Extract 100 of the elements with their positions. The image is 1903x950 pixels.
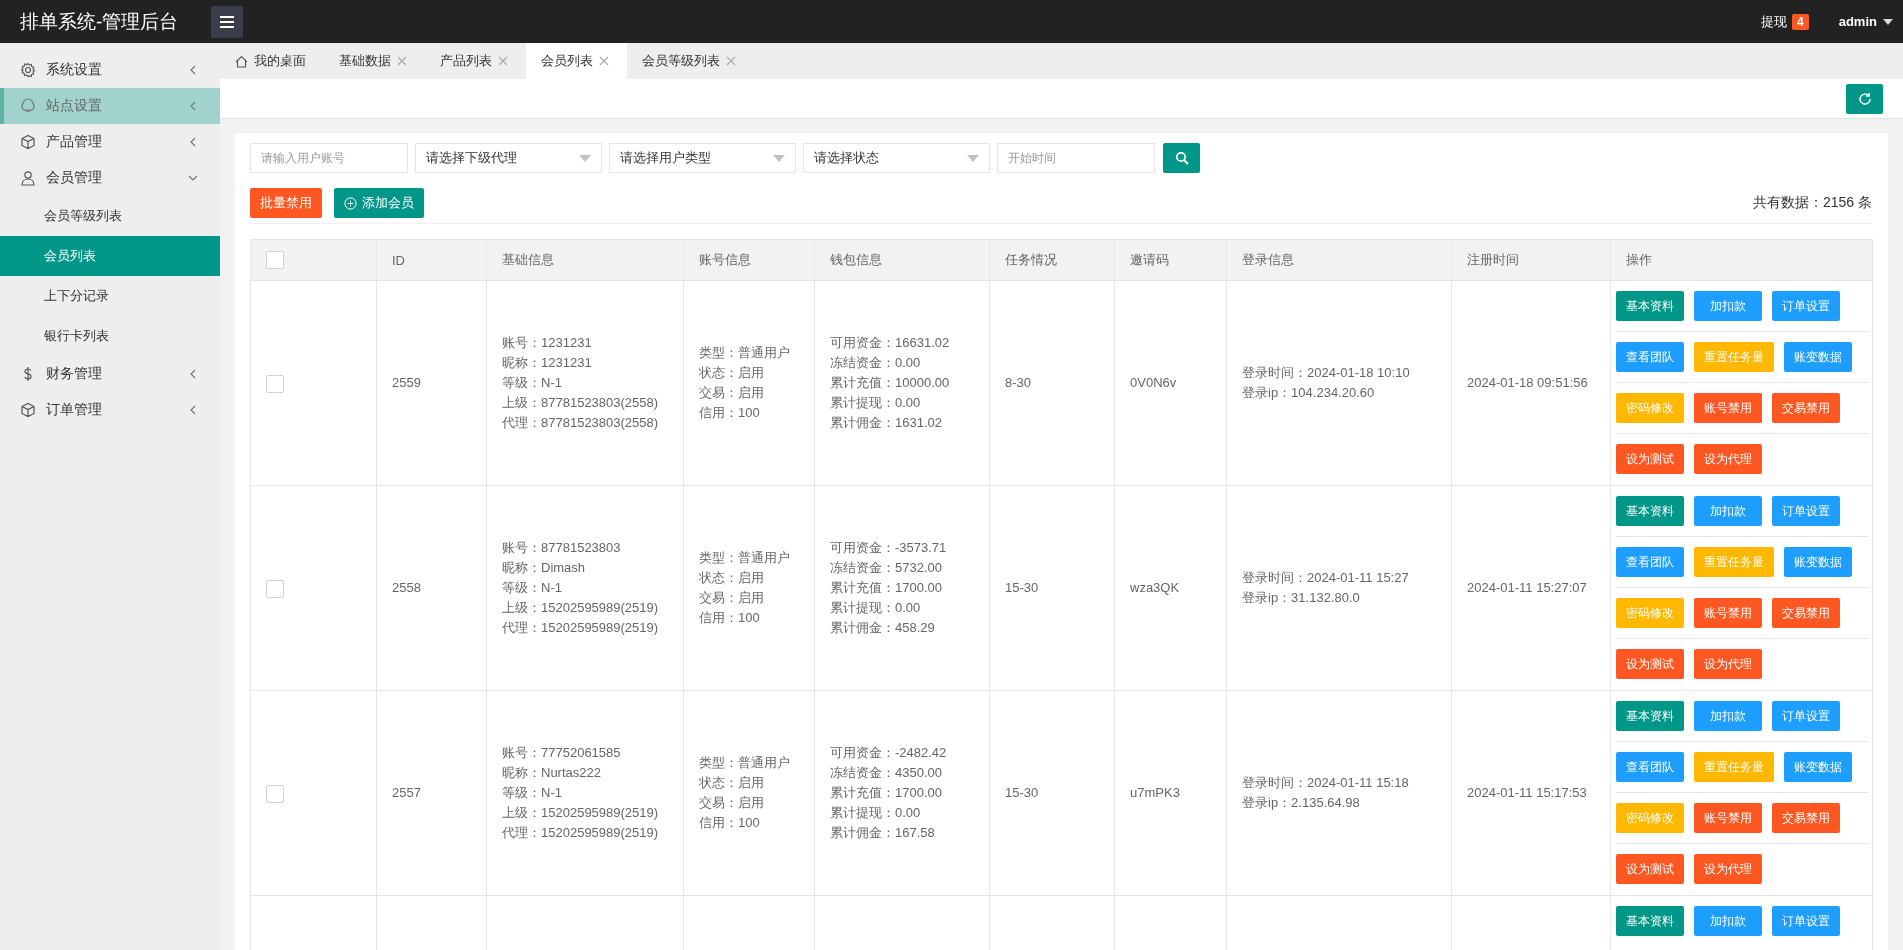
cell-text: 0V0N6v bbox=[1130, 375, 1177, 390]
operation-button[interactable]: 设为测试 bbox=[1616, 854, 1684, 884]
cell-text: 2024-01-11 15:17:53 bbox=[1467, 785, 1587, 800]
cell-text-line: 累计充值：10000.00 bbox=[830, 374, 951, 392]
checkbox[interactable] bbox=[266, 784, 284, 803]
operation-button[interactable]: 交易禁用 bbox=[1772, 803, 1840, 833]
operation-button[interactable]: 账号禁用 bbox=[1694, 598, 1762, 628]
operation-button[interactable]: 订单设置 bbox=[1772, 701, 1840, 731]
close-icon[interactable] bbox=[498, 56, 508, 66]
sidebar-subitem[interactable]: 银行卡列表 bbox=[0, 316, 220, 356]
cell-text-line: 可用资金：16631.02 bbox=[830, 334, 951, 352]
checkbox[interactable] bbox=[266, 251, 284, 269]
operation-button[interactable]: 密码修改 bbox=[1616, 803, 1684, 833]
sidebar-item[interactable]: 站点设置 bbox=[0, 88, 220, 124]
operation-button[interactable]: 加扣款 bbox=[1694, 701, 1762, 731]
operation-button[interactable]: 基本资料 bbox=[1616, 291, 1684, 321]
cube-icon bbox=[20, 134, 36, 150]
cell-text: 15-30 bbox=[1005, 580, 1039, 595]
close-icon[interactable] bbox=[726, 56, 736, 66]
menu-icon bbox=[220, 15, 234, 28]
checkbox[interactable] bbox=[266, 579, 284, 598]
operation-button[interactable]: 基本资料 bbox=[1616, 906, 1684, 936]
operation-button[interactable]: 基本资料 bbox=[1616, 701, 1684, 731]
operation-button[interactable]: 加扣款 bbox=[1694, 291, 1762, 321]
operation-button[interactable]: 基本资料 bbox=[1616, 496, 1684, 526]
operation-button[interactable]: 加扣款 bbox=[1694, 496, 1762, 526]
cell-text-line: 累计提现：0.00 bbox=[830, 394, 922, 412]
cell-text-line: 上级：15202595989(2519) bbox=[502, 804, 660, 822]
sidebar-subitem[interactable]: 上下分记录 bbox=[0, 276, 220, 316]
operation-button[interactable]: 重置任务量 bbox=[1694, 547, 1774, 577]
operation-button[interactable]: 账号禁用 bbox=[1694, 393, 1762, 423]
operation-button[interactable]: 订单设置 bbox=[1772, 496, 1840, 526]
caret-icon bbox=[773, 154, 785, 162]
select-field[interactable]: 请选择用户类型 bbox=[609, 143, 796, 173]
sidebar-subitem[interactable]: 会员等级列表 bbox=[0, 196, 220, 236]
action-button[interactable]: 批量禁用 bbox=[250, 188, 322, 218]
column-header: 钱包信息 bbox=[814, 239, 990, 281]
sidebar-item[interactable]: 财务管理 bbox=[0, 356, 220, 392]
sidebar-subitem[interactable]: 会员列表 bbox=[0, 236, 220, 276]
refresh-button[interactable] bbox=[1846, 83, 1883, 114]
operation-button[interactable]: 查看团队 bbox=[1616, 752, 1684, 782]
operation-button[interactable]: 订单设置 bbox=[1772, 906, 1840, 936]
operation-button[interactable]: 账变数据 bbox=[1784, 547, 1852, 577]
cell-text-line: 代理：15202595989(2519) bbox=[502, 824, 660, 842]
operation-button[interactable]: 设为代理 bbox=[1694, 444, 1762, 474]
checkbox[interactable] bbox=[266, 374, 284, 393]
cell-text: wza3QK bbox=[1130, 580, 1180, 595]
cell-text-line: 冻结资金：4350.00 bbox=[830, 764, 943, 782]
operation-button[interactable]: 交易禁用 bbox=[1772, 393, 1840, 423]
add-button[interactable]: 添加会员 bbox=[334, 188, 424, 218]
operation-button[interactable]: 设为代理 bbox=[1694, 649, 1762, 679]
operation-button[interactable]: 重置任务量 bbox=[1694, 752, 1774, 782]
cell-text-line: 累计充值：1700.00 bbox=[830, 784, 943, 802]
column-header: 任务情况 bbox=[989, 239, 1115, 281]
tab[interactable]: 会员列表 bbox=[526, 43, 627, 79]
operation-button[interactable]: 查看团队 bbox=[1616, 547, 1684, 577]
input-field[interactable]: 请输入用户账号 bbox=[250, 143, 408, 173]
operation-button[interactable]: 设为代理 bbox=[1694, 854, 1762, 884]
operation-button[interactable]: 设为测试 bbox=[1616, 444, 1684, 474]
tab[interactable]: 基础数据 bbox=[324, 43, 425, 79]
withdraw-link[interactable]: 提现 bbox=[1761, 12, 1787, 31]
cell-text-line: 登录时间：2024-01-18 10:10 bbox=[1242, 364, 1411, 382]
operation-button[interactable]: 订单设置 bbox=[1772, 291, 1840, 321]
cell-text-line: 代理：87781523803(2558) bbox=[502, 414, 660, 432]
sidebar-item[interactable]: 会员管理 bbox=[0, 160, 220, 196]
operation-button[interactable]: 交易禁用 bbox=[1772, 598, 1840, 628]
search-button[interactable] bbox=[1163, 143, 1200, 173]
menu-button[interactable] bbox=[211, 5, 243, 38]
cell-text-line: 冻结资金：5732.00 bbox=[830, 559, 943, 577]
refresh-icon bbox=[1857, 91, 1872, 106]
operation-button[interactable]: 密码修改 bbox=[1616, 393, 1684, 423]
sidebar-item[interactable]: 系统设置 bbox=[0, 52, 220, 88]
operation-button[interactable]: 账变数据 bbox=[1784, 752, 1852, 782]
home-icon bbox=[235, 54, 248, 68]
close-icon[interactable] bbox=[397, 56, 407, 66]
operation-button[interactable]: 加扣款 bbox=[1694, 906, 1762, 936]
caret-icon bbox=[1883, 18, 1893, 25]
column-header: 邀请码 bbox=[1114, 239, 1227, 281]
tab[interactable]: 会员等级列表 bbox=[627, 43, 754, 79]
cell-text-line: 昵称：1231231 bbox=[502, 354, 593, 372]
cell-text-line: 交易：启用 bbox=[699, 384, 765, 402]
close-icon[interactable] bbox=[599, 56, 609, 66]
operation-button[interactable]: 密码修改 bbox=[1616, 598, 1684, 628]
cell-text: 2558 bbox=[392, 580, 421, 595]
sidebar-item[interactable]: 订单管理 bbox=[0, 392, 220, 428]
sidebar-item[interactable]: 产品管理 bbox=[0, 124, 220, 160]
select-field[interactable]: 请选择下级代理 bbox=[415, 143, 602, 173]
operation-button[interactable]: 账号禁用 bbox=[1694, 803, 1762, 833]
tab[interactable]: 我的桌面 bbox=[220, 43, 324, 79]
select-field[interactable]: 请选择状态 bbox=[803, 143, 990, 173]
user-menu[interactable]: admin bbox=[1838, 14, 1893, 29]
tab[interactable]: 产品列表 bbox=[425, 43, 526, 79]
cell-text-line: 上级：87781523803(2558) bbox=[502, 394, 660, 412]
input-field[interactable]: 开始时间 bbox=[997, 143, 1155, 173]
operation-button[interactable]: 设为测试 bbox=[1616, 649, 1684, 679]
operation-button[interactable]: 账变数据 bbox=[1784, 342, 1852, 372]
operation-button[interactable]: 查看团队 bbox=[1616, 342, 1684, 372]
operation-button[interactable]: 重置任务量 bbox=[1694, 342, 1774, 372]
cell-text-line: 交易：启用 bbox=[699, 589, 765, 607]
cell-text-line: 状态：启用 bbox=[699, 569, 765, 587]
